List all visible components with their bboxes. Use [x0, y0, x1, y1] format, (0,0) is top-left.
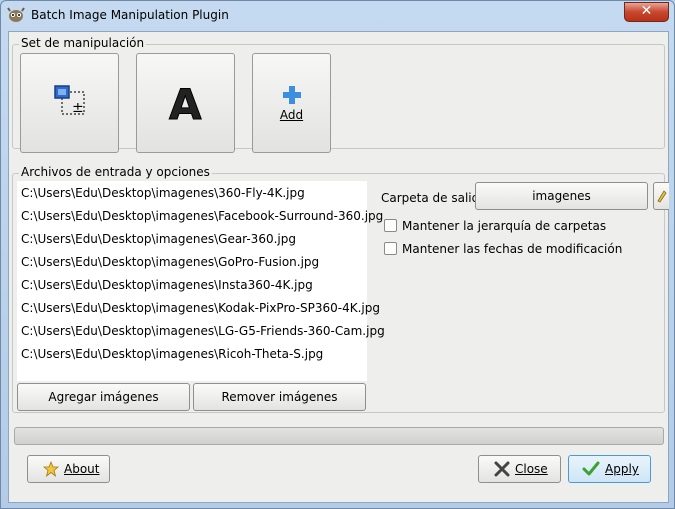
title-bar[interactable]: Batch Image Manipulation Plugin ✕ — [1, 1, 674, 31]
add-manipulation-label: Add — [279, 108, 304, 122]
file-list-item[interactable]: C:\Users\Edu\Desktop\imagenes\Facebook-S… — [21, 209, 383, 223]
star-icon — [43, 461, 59, 477]
file-list-item[interactable]: C:\Users\Edu\Desktop\imagenes\GoPro-Fusi… — [21, 255, 319, 269]
svg-text:±: ± — [72, 100, 84, 116]
close-button[interactable]: Close — [478, 455, 561, 483]
manipulation-set-frame: Set de manipulación ± A Add — [12, 36, 665, 153]
resize-tool-button[interactable]: ± — [20, 53, 119, 153]
apply-label: Apply — [605, 462, 639, 476]
file-list-item[interactable]: C:\Users\Edu\Desktop\imagenes\Gear-360.j… — [21, 232, 296, 246]
resize-icon: ± — [54, 85, 85, 116]
about-button[interactable]: About — [27, 455, 110, 483]
keep-dates-checkbox[interactable] — [384, 242, 397, 255]
manipulation-set-label: Set de manipulación — [19, 36, 147, 50]
add-images-button[interactable]: Agregar imágenes — [17, 383, 190, 411]
close-label: Close — [515, 462, 548, 476]
text-watermark-icon: A — [169, 81, 203, 125]
remove-images-button[interactable]: Remover imágenes — [193, 383, 366, 411]
keep-hierarchy-checkbox[interactable] — [384, 219, 397, 232]
keep-hierarchy-label[interactable]: Mantener la jerarquía de carpetas — [402, 219, 606, 233]
files-options-label: Archivos de entrada y opciones — [19, 165, 212, 179]
gimp-app-icon — [7, 7, 25, 22]
about-label: About — [64, 462, 100, 476]
add-plus-icon — [283, 86, 301, 104]
svg-text:A: A — [169, 81, 202, 125]
apply-button[interactable]: Apply — [568, 455, 651, 483]
file-list-item[interactable]: C:\Users\Edu\Desktop\imagenes\360-Fly-4K… — [21, 186, 305, 200]
window-title: Batch Image Manipulation Plugin — [31, 8, 229, 22]
output-folder-browse-button[interactable] — [653, 182, 669, 210]
dialog-client-area: Set de manipulación ± A Add Archivos de … — [8, 31, 669, 503]
file-list-item[interactable]: C:\Users\Edu\Desktop\imagenes\Insta360-4… — [21, 278, 313, 292]
close-icon — [494, 461, 510, 477]
file-list-item[interactable]: C:\Users\Edu\Desktop\imagenes\Kodak-PixP… — [21, 301, 380, 315]
keep-dates-label[interactable]: Mantener las fechas de modificación — [402, 242, 622, 256]
window-close-button[interactable]: ✕ — [624, 2, 669, 22]
plugin-window: Batch Image Manipulation Plugin ✕ Set de… — [0, 0, 675, 509]
file-list[interactable]: C:\Users\Edu\Desktop\imagenes\360-Fly-4K… — [17, 181, 385, 381]
file-list-item[interactable]: C:\Users\Edu\Desktop\imagenes\LG-G5-Frie… — [21, 324, 385, 338]
output-folder-chooser[interactable]: imagenes — [475, 182, 648, 210]
add-manipulation-button[interactable]: Add — [252, 53, 331, 153]
text-watermark-tool-button[interactable]: A — [136, 53, 235, 153]
output-folder-label: Carpeta de salida — [381, 191, 487, 205]
progress-bar — [14, 427, 664, 445]
checkmark-icon — [582, 461, 600, 476]
folder-edit-icon — [657, 190, 667, 203]
file-list-item[interactable]: C:\Users\Edu\Desktop\imagenes\Ricoh-Thet… — [21, 347, 323, 361]
